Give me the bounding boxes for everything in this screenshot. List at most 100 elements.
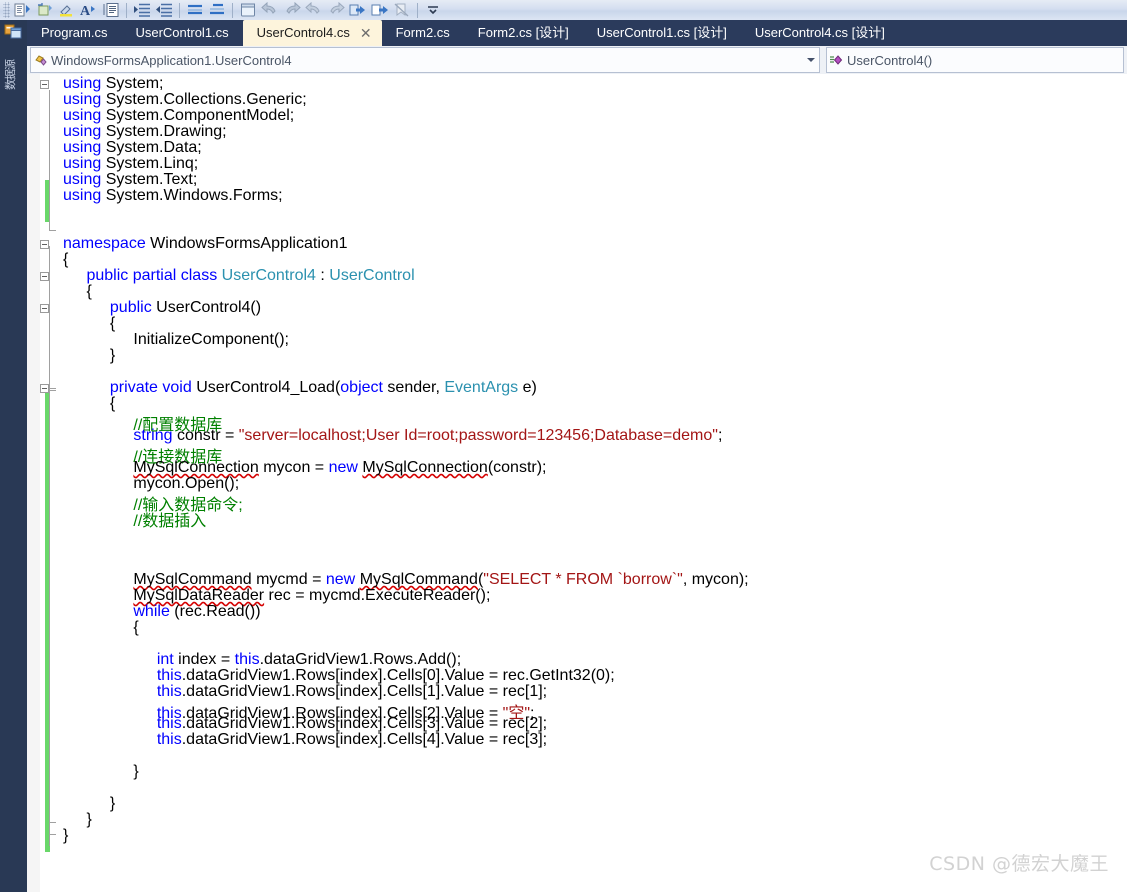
- document-tab[interactable]: UserControl1.cs: [121, 20, 242, 46]
- outlining-collapse-icon[interactable]: [40, 80, 49, 89]
- toolbar-overflow-icon[interactable]: [422, 1, 444, 19]
- document-tab[interactable]: Form2.cs [设计]: [464, 20, 583, 46]
- code-token: UserControl4: [221, 267, 316, 284]
- code-line: using System.Windows.Forms;: [63, 187, 283, 204]
- code-token: .dataGridView1.Rows.Add();: [259, 651, 462, 668]
- navigate-backward-icon[interactable]: [259, 1, 281, 19]
- align-top-icon[interactable]: [184, 1, 206, 19]
- display-whitespace-icon[interactable]: [100, 1, 122, 19]
- document-tab[interactable]: UserControl1.cs [设计]: [583, 20, 741, 46]
- code-line: using System.Text;: [63, 171, 198, 188]
- code-token: int: [156, 651, 174, 668]
- left-dock-strip: 数据源: [0, 20, 27, 892]
- clear-bookmarks-icon[interactable]: [391, 1, 413, 19]
- code-line: this.dataGridView1.Rows[index].Cells[1].…: [157, 683, 547, 700]
- data-sources-label: 数据源: [4, 60, 17, 90]
- code-token: using: [63, 75, 102, 92]
- class-icon: [31, 53, 51, 68]
- code-token: using: [63, 107, 102, 124]
- code-line: }: [63, 827, 68, 844]
- code-token: sender,: [382, 379, 445, 396]
- outlining-guide: [49, 312, 50, 390]
- code-line: //配置数据库: [133, 411, 222, 434]
- outlining-collapse-icon[interactable]: [40, 240, 49, 249]
- document-tab[interactable]: Form2.cs: [382, 20, 464, 46]
- outlining-collapse-icon[interactable]: [40, 272, 49, 281]
- code-token: public: [86, 267, 129, 284]
- document-tab[interactable]: UserControl4.cs [设计]: [741, 20, 899, 46]
- redo-nav-icon[interactable]: [325, 1, 347, 19]
- code-token: MySqlDataReader: [133, 587, 265, 604]
- code-token: while: [133, 603, 170, 620]
- data-sources-icon: [4, 23, 23, 40]
- outlining-guide: [49, 90, 50, 230]
- code-token: "SELECT * FROM `borrow`": [483, 571, 683, 588]
- code-token: mycon.Open();: [133, 475, 240, 492]
- code-editor[interactable]: using System; using System.Collections.Ge…: [27, 74, 1127, 892]
- new-window-icon[interactable]: [237, 1, 259, 19]
- member-selector-dropdown[interactable]: UserControl4(): [826, 47, 1124, 73]
- document-tab[interactable]: Program.cs: [27, 20, 121, 46]
- document-tab-label: Program.cs: [41, 25, 108, 40]
- code-token: UserControl4(): [151, 299, 262, 316]
- document-tab-label: UserControl4.cs [设计]: [754, 25, 885, 40]
- font-size-icon[interactable]: A: [78, 1, 100, 19]
- decrease-indent-icon[interactable]: [153, 1, 175, 19]
- code-token: System.Windows.Forms;: [101, 187, 283, 204]
- code-line: {: [109, 395, 116, 412]
- outlining-collapse-icon[interactable]: [40, 304, 49, 313]
- code-line: using System.Data;: [63, 139, 202, 156]
- navigate-forward-icon[interactable]: [281, 1, 303, 19]
- code-line: string constr = "server=localhost;User I…: [133, 427, 722, 444]
- code-token: mycmd =: [251, 571, 326, 588]
- code-token: "server=localhost;User Id=root;password=…: [238, 427, 718, 444]
- type-selector-chevron-down-icon[interactable]: [802, 48, 819, 72]
- code-token: this: [234, 651, 260, 668]
- highlight-icon[interactable]: [56, 1, 78, 19]
- code-token: MySqlConnection: [362, 459, 488, 476]
- code-token: System;: [101, 75, 164, 92]
- outlining-guide-end: [49, 388, 56, 389]
- code-token: new: [328, 459, 358, 476]
- code-token: rec = mycmd.ExecuteReader();: [264, 587, 491, 604]
- toolbar-grip[interactable]: [3, 2, 10, 18]
- close-icon[interactable]: ✕: [360, 26, 372, 40]
- code-line: {: [86, 283, 91, 300]
- outlining-collapse-icon[interactable]: [40, 384, 49, 393]
- code-line: public UserControl4(): [110, 299, 262, 316]
- type-selector-dropdown[interactable]: WindowsFormsApplication1.UserControl4: [30, 47, 820, 73]
- code-line: using System.Collections.Generic;: [63, 91, 307, 108]
- code-token: System.Text;: [101, 171, 198, 188]
- comment-selection-icon[interactable]: [12, 1, 34, 19]
- code-token: private: [109, 379, 158, 396]
- step-out-icon[interactable]: [369, 1, 391, 19]
- align-middle-icon[interactable]: [206, 1, 228, 19]
- code-token: UserControl4_Load(: [191, 379, 341, 396]
- text-editor-toolbar: A: [0, 0, 1127, 21]
- code-token: .dataGridView1.Rows[index].Cells[3].Valu…: [181, 715, 548, 732]
- code-token: .dataGridView1.Rows[index].Cells[4].Valu…: [181, 731, 548, 748]
- document-tab-label: Form2.cs: [395, 25, 450, 40]
- increase-indent-icon[interactable]: [131, 1, 153, 19]
- code-token: {: [109, 395, 116, 412]
- data-sources-dock-tab[interactable]: 数据源: [0, 20, 27, 110]
- code-token: using: [63, 155, 102, 172]
- document-tab-label: UserControl1.cs [设计]: [596, 25, 727, 40]
- code-line: }: [86, 811, 92, 828]
- document-tab-label: UserControl4.cs: [256, 25, 350, 40]
- code-line: MySqlConnection mycon = new MySqlConnect…: [133, 459, 546, 476]
- step-into-icon[interactable]: [347, 1, 369, 19]
- uncomment-selection-icon[interactable]: [34, 1, 56, 19]
- code-token: e): [518, 379, 537, 396]
- code-token: this: [156, 667, 182, 684]
- document-tab[interactable]: UserControl4.cs ✕: [242, 20, 382, 46]
- method-icon: [827, 53, 847, 68]
- code-token: using: [63, 139, 102, 156]
- undo-nav-icon[interactable]: [303, 1, 325, 19]
- code-token: }: [109, 347, 116, 364]
- code-token: System.Collections.Generic;: [101, 91, 307, 108]
- code-token: }: [86, 811, 92, 828]
- code-token: MySqlConnection: [133, 459, 259, 476]
- code-line: int index = this.dataGridView1.Rows.Add(…: [156, 651, 462, 668]
- code-token: }: [109, 795, 116, 812]
